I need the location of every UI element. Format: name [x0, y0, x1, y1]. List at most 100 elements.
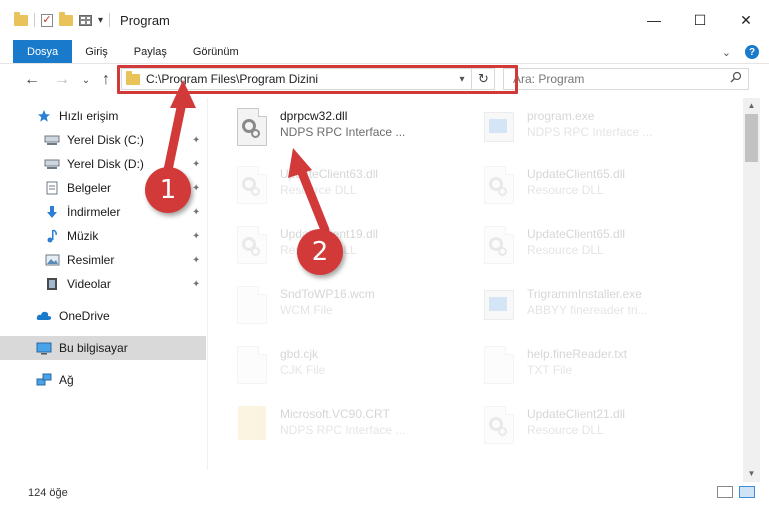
- tab-file[interactable]: Dosya: [13, 40, 73, 63]
- drive-icon: [44, 157, 60, 171]
- status-bar: 124 öğe: [0, 482, 769, 504]
- pictures-icon: [44, 253, 60, 267]
- file-item[interactable]: SndToWP16.wcm WCM File: [234, 284, 474, 336]
- step-marker-1: 1: [145, 167, 191, 213]
- file-item-selected[interactable]: dprpcw32.dll NDPS RPC Interface ...: [234, 106, 474, 158]
- scroll-down-icon[interactable]: ▼: [743, 466, 760, 482]
- file-item[interactable]: UpdateClient63.dll Resource DLL: [234, 164, 474, 216]
- help-icon[interactable]: ?: [745, 45, 759, 59]
- exe-file-icon: [481, 286, 517, 330]
- minimize-button[interactable]: —: [631, 0, 677, 40]
- back-button[interactable]: ←: [22, 69, 42, 91]
- navigation-pane: Hızlı erişim Yerel Disk (C:) ✦ Yerel Dis…: [0, 98, 208, 470]
- sidebar-item-network[interactable]: Ağ: [0, 368, 206, 392]
- sidebar-item-videos[interactable]: Videolar ✦: [0, 272, 206, 296]
- file-name: TrigrammInstaller.exe: [527, 287, 642, 301]
- sidebar-item-this-pc[interactable]: Bu bilgisayar: [0, 336, 206, 360]
- drive-icon: [44, 133, 60, 147]
- properties-icon[interactable]: ✓: [41, 13, 53, 27]
- sidebar-item-label: Videolar: [67, 277, 111, 291]
- scroll-thumb[interactable]: [745, 114, 758, 162]
- file-list: dprpcw32.dll NDPS RPC Interface ... prog…: [209, 98, 743, 470]
- file-name: UpdateClient65.dll: [527, 227, 626, 241]
- file-type: ABBYY finereader tri...: [527, 303, 648, 317]
- scroll-up-icon[interactable]: ▲: [743, 98, 760, 114]
- separator: [34, 13, 35, 27]
- pin-icon[interactable]: ✦: [192, 255, 200, 266]
- customize-toolbar-icon[interactable]: ▾: [98, 15, 103, 26]
- file-item[interactable]: gbd.cjk CJK File: [234, 344, 474, 396]
- pin-icon[interactable]: ✦: [192, 159, 200, 170]
- computer-icon: [36, 341, 52, 355]
- file-type: TXT File: [527, 363, 573, 377]
- sidebar-item-pictures[interactable]: Resimler ✦: [0, 248, 206, 272]
- file-name: UpdateClient63.dll: [280, 167, 379, 181]
- title-bar: ✓ ▾ Program — ☐ ✕: [0, 0, 769, 40]
- search-input[interactable]: Ara: Program: [503, 68, 749, 90]
- sidebar-item-quick-access[interactable]: Hızlı erişim: [0, 104, 206, 128]
- sidebar-item-disk-c[interactable]: Yerel Disk (C:) ✦: [0, 128, 206, 152]
- expand-ribbon-icon[interactable]: ⌄: [722, 46, 731, 59]
- file-name: program.exe: [527, 109, 595, 123]
- tab-view[interactable]: Görünüm: [180, 40, 252, 63]
- file-name: UpdateClient65.dll: [527, 167, 626, 181]
- file-name: help.fineReader.txt: [527, 347, 628, 361]
- close-button[interactable]: ✕: [723, 0, 769, 40]
- maximize-button[interactable]: ☐: [677, 0, 723, 40]
- sidebar-item-label: Yerel Disk (D:): [67, 157, 144, 171]
- file-icon: [234, 346, 270, 390]
- file-item[interactable]: UpdateClient65.dll Resource DLL: [481, 164, 721, 216]
- new-folder-icon[interactable]: [59, 11, 73, 26]
- file-item[interactable]: program.exe NDPS RPC Interface ...: [481, 106, 721, 158]
- dll-file-icon: [234, 108, 270, 152]
- sidebar-item-label: Bu bilgisayar: [59, 341, 128, 355]
- video-icon: [44, 277, 60, 291]
- dll-file-icon: [481, 166, 517, 210]
- pin-icon[interactable]: ✦: [192, 135, 200, 146]
- file-name: dprpcw32.dll: [280, 109, 348, 123]
- ribbon-tabs: Dosya Giriş Paylaş Görünüm ⌄ ?: [0, 40, 769, 64]
- item-count: 124 öğe: [28, 487, 68, 499]
- download-icon: [44, 205, 60, 219]
- file-item[interactable]: help.fineReader.txt TXT File: [481, 344, 721, 396]
- file-type: NDPS RPC Interface ...: [280, 423, 406, 437]
- sidebar-item-onedrive[interactable]: OneDrive: [0, 304, 206, 328]
- search-icon[interactable]: [730, 71, 742, 83]
- file-name: UpdateClient21.dll: [527, 407, 626, 421]
- dll-file-icon: [481, 406, 517, 450]
- up-button[interactable]: ↑: [96, 69, 116, 91]
- file-item[interactable]: TrigrammInstaller.exe ABBYY finereader t…: [481, 284, 721, 336]
- file-name: Microsoft.VC90.CRT: [280, 407, 390, 421]
- vertical-scrollbar[interactable]: ▲ ▼: [743, 98, 760, 482]
- pin-icon[interactable]: ✦: [192, 279, 200, 290]
- file-name: SndToWP16.wcm: [280, 287, 375, 301]
- file-type: NDPS RPC Interface ...: [527, 125, 653, 139]
- text-file-icon: [481, 346, 517, 390]
- details-view-icon[interactable]: [717, 486, 733, 498]
- file-type: NDPS RPC Interface ...: [280, 125, 406, 139]
- forward-button[interactable]: →: [52, 69, 72, 91]
- ribbon-right-controls: ⌄ ?: [722, 40, 759, 64]
- pin-icon[interactable]: ✦: [192, 231, 200, 242]
- tab-home[interactable]: Giriş: [72, 40, 121, 63]
- window-controls: — ☐ ✕: [631, 0, 769, 40]
- tab-share[interactable]: Paylaş: [121, 40, 180, 63]
- view-icon[interactable]: [79, 14, 92, 26]
- pin-icon[interactable]: ✦: [192, 207, 200, 218]
- file-item[interactable]: UpdateClient65.dll Resource DLL: [481, 224, 721, 276]
- sidebar-item-label: Belgeler: [67, 181, 112, 195]
- exe-file-icon: [481, 108, 517, 152]
- file-item[interactable]: UpdateClient21.dll Resource DLL: [481, 404, 721, 456]
- window-title: Program: [120, 12, 170, 28]
- cloud-icon: [36, 309, 52, 323]
- pin-icon[interactable]: ✦: [192, 183, 200, 194]
- file-type: Resource DLL: [527, 243, 604, 257]
- star-icon: [36, 109, 52, 123]
- recent-locations-button[interactable]: ⌄: [76, 69, 96, 91]
- file-item[interactable]: Microsoft.VC90.CRT NDPS RPC Interface ..…: [234, 404, 474, 456]
- search-placeholder: Ara: Program: [513, 72, 585, 86]
- sidebar-item-music[interactable]: Müzik ✦: [0, 224, 206, 248]
- tiles-view-icon[interactable]: [739, 486, 755, 498]
- file-item[interactable]: UpdateClient19.dll Resource DLL: [234, 224, 474, 276]
- file-icon: [234, 286, 270, 330]
